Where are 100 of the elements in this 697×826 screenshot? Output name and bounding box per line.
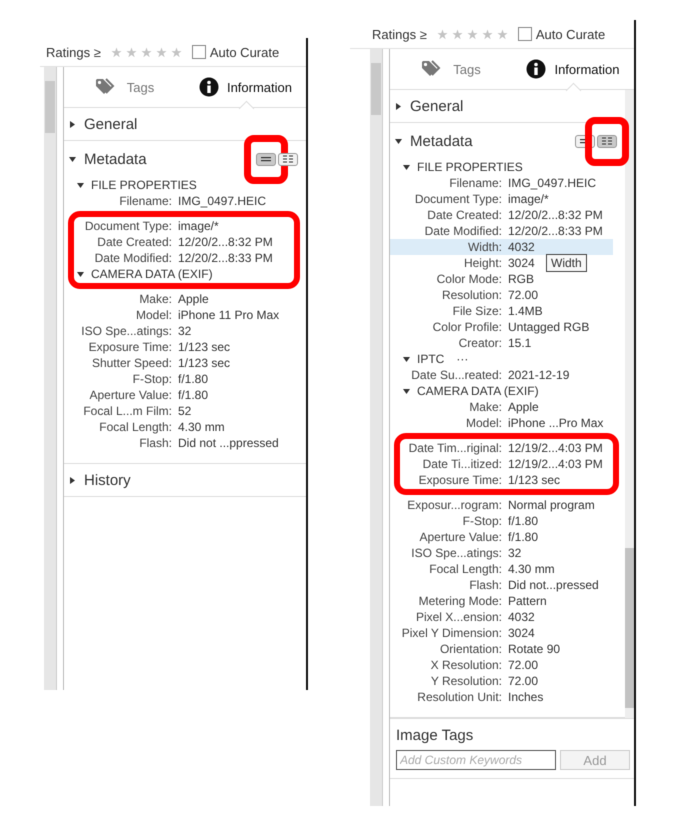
field-label: Height: <box>462 256 502 270</box>
field-label: Resolution: <box>440 288 502 302</box>
metadata-row[interactable]: Focal L...m Film: 52 <box>64 403 192 419</box>
metadata-row[interactable]: Exposure Time: 1/123 sec <box>64 339 230 355</box>
star-icon[interactable] <box>436 28 448 40</box>
metadata-row[interactable]: Date Su...reated: 2021-12-19 <box>390 367 570 383</box>
caret-down-icon[interactable] <box>402 386 411 396</box>
caret-right-icon[interactable] <box>394 102 403 110</box>
metadata-row[interactable]: Date Tim...riginal: 12/19/2...4:03 PM <box>400 440 603 456</box>
metadata-row[interactable]: File Size: 1.4MB <box>390 303 543 319</box>
field-value: image/* <box>507 192 549 206</box>
columns-icon <box>282 155 294 163</box>
metadata-row[interactable]: Exposur...rogram: Normal program <box>390 497 595 513</box>
metadata-row[interactable]: Width: 4032 <box>390 239 613 255</box>
star-icon[interactable] <box>170 46 182 58</box>
metadata-row[interactable]: Metering Mode: Pattern <box>390 593 547 609</box>
star-icon[interactable] <box>110 46 122 58</box>
metadata-row[interactable]: Exposure Time: 1/123 sec <box>400 472 560 488</box>
metadata-row[interactable]: Creator: 15.1 <box>390 335 532 351</box>
caret-down-icon[interactable] <box>394 136 403 146</box>
metadata-row[interactable]: X Resolution: 72.00 <box>390 657 538 673</box>
metadata-row[interactable]: Date Modified: 12/20/2...8:33 PM <box>390 223 603 239</box>
metadata-row[interactable]: Resolution Unit: Inches <box>390 689 544 705</box>
tab[interactable]: Tags <box>390 49 512 89</box>
auto-curate-checkbox[interactable]: Auto Curate <box>192 44 280 60</box>
caret-right-icon[interactable] <box>68 120 77 128</box>
caret-down-icon[interactable] <box>402 354 411 364</box>
auto-curate-checkbox[interactable]: Auto Curate <box>518 26 606 42</box>
metadata-row[interactable]: Model: iPhone ...Pro Max <box>390 415 604 431</box>
caret-down-icon[interactable] <box>76 180 85 190</box>
metadata-row[interactable]: Date Ti...itized: 12/19/2...4:03 PM <box>400 456 603 472</box>
scrollbar[interactable] <box>625 90 634 718</box>
metadata-row[interactable]: Date Modified: 12/20/2...8:33 PM <box>74 250 273 266</box>
scrollbar-thumb[interactable] <box>371 63 381 115</box>
field-value: Did not ...ppressed <box>177 436 279 450</box>
compact-view-button[interactable] <box>256 152 276 166</box>
section-header[interactable]: General <box>64 108 306 141</box>
star-icon[interactable] <box>156 46 167 58</box>
tab[interactable]: Tags <box>64 67 185 107</box>
scrollbar[interactable] <box>370 49 383 806</box>
metadata-row[interactable]: Aperture Value: f/1.80 <box>64 387 208 403</box>
section-header[interactable]: Metadata <box>68 150 147 168</box>
field-value: Apple <box>507 400 539 414</box>
section-header[interactable]: History <box>64 464 306 497</box>
field-value: f/1.80 <box>177 388 208 402</box>
star-icon[interactable] <box>496 28 508 40</box>
metadata-row[interactable]: Focal Length: 4.30 mm <box>64 419 225 435</box>
star-icon[interactable] <box>482 28 493 40</box>
caret-down-icon[interactable] <box>68 154 77 164</box>
ratings-label: Ratings ≥ <box>372 26 427 42</box>
field-value: Apple <box>177 292 209 306</box>
field-label: Focal Length: <box>428 562 502 576</box>
metadata-row[interactable]: F-Stop: f/1.80 <box>64 371 208 387</box>
metadata-row[interactable]: Model: iPhone 11 Pro Max <box>64 307 280 323</box>
scrollbar-thumb[interactable] <box>625 548 634 708</box>
star-rating[interactable] <box>110 46 182 58</box>
detailed-view-button[interactable] <box>597 134 617 148</box>
more-icon[interactable]: ··· <box>456 352 468 366</box>
metadata-row[interactable]: Color Mode: RGB <box>390 271 534 287</box>
scrollbar[interactable] <box>44 67 57 690</box>
star-icon[interactable] <box>466 28 478 40</box>
metadata-row[interactable]: Date Created: 12/20/2...8:32 PM <box>390 207 603 223</box>
metadata-row[interactable]: Filename: IMG_0497.HEIC <box>64 193 266 209</box>
metadata-row[interactable]: Focal Length: 4.30 mm <box>390 561 555 577</box>
metadata-row[interactable]: Orientation: Rotate 90 <box>390 641 560 657</box>
metadata-row[interactable]: F-Stop: f/1.80 <box>390 513 538 529</box>
field-value: 12/20/2...8:33 PM <box>507 224 603 238</box>
group-heading: IPTC <box>417 352 444 366</box>
metadata-row[interactable]: ISO Spe...atings: 32 <box>64 323 192 339</box>
metadata-row[interactable]: Resolution: 72.00 <box>390 287 538 303</box>
metadata-row[interactable]: Pixel Y Dimension: 3024 <box>390 625 535 641</box>
metadata-row[interactable]: Flash: Did not...pressed <box>390 577 599 593</box>
metadata-row[interactable]: Aperture Value: f/1.80 <box>390 529 538 545</box>
metadata-row[interactable]: Date Created: 12/20/2...8:32 PM <box>74 234 273 250</box>
metadata-row[interactable]: Height: 3024 <box>390 255 535 271</box>
field-label: Resolution Unit: <box>416 690 502 704</box>
caret-down-icon[interactable] <box>76 270 85 278</box>
star-icon[interactable] <box>126 46 137 58</box>
metadata-row[interactable]: Make: Apple <box>64 291 209 307</box>
field-label: Pixel X...ension: <box>414 610 502 624</box>
metadata-row[interactable]: Pixel X...ension: 4032 <box>390 609 535 625</box>
caret-right-icon[interactable] <box>68 476 77 484</box>
tooltip: Width <box>546 254 587 272</box>
caret-down-icon[interactable] <box>402 162 411 172</box>
detailed-view-button[interactable] <box>278 152 298 166</box>
metadata-row[interactable]: Document Type: image/* <box>74 218 219 234</box>
metadata-row[interactable]: Shutter Speed: 1/123 sec <box>64 355 230 371</box>
metadata-row[interactable]: ISO Spe...atings: 32 <box>390 545 522 561</box>
star-icon[interactable] <box>452 28 463 40</box>
scrollbar-thumb[interactable] <box>45 81 55 133</box>
metadata-row[interactable]: Document Type: image/* <box>390 191 549 207</box>
metadata-row[interactable]: Color Profile: Untagged RGB <box>390 319 590 335</box>
star-rating[interactable] <box>436 28 508 40</box>
metadata-row[interactable]: Y Resolution: 72.00 <box>390 673 538 689</box>
metadata-row[interactable]: Filename: IMG_0497.HEIC <box>390 175 596 191</box>
section-header[interactable]: Metadata <box>394 132 473 150</box>
metadata-row[interactable]: Flash: Did not ...ppressed <box>64 435 279 451</box>
star-icon[interactable] <box>140 46 152 58</box>
metadata-row[interactable]: Make: Apple <box>390 399 539 415</box>
field-label: Exposure Time: <box>88 340 172 354</box>
